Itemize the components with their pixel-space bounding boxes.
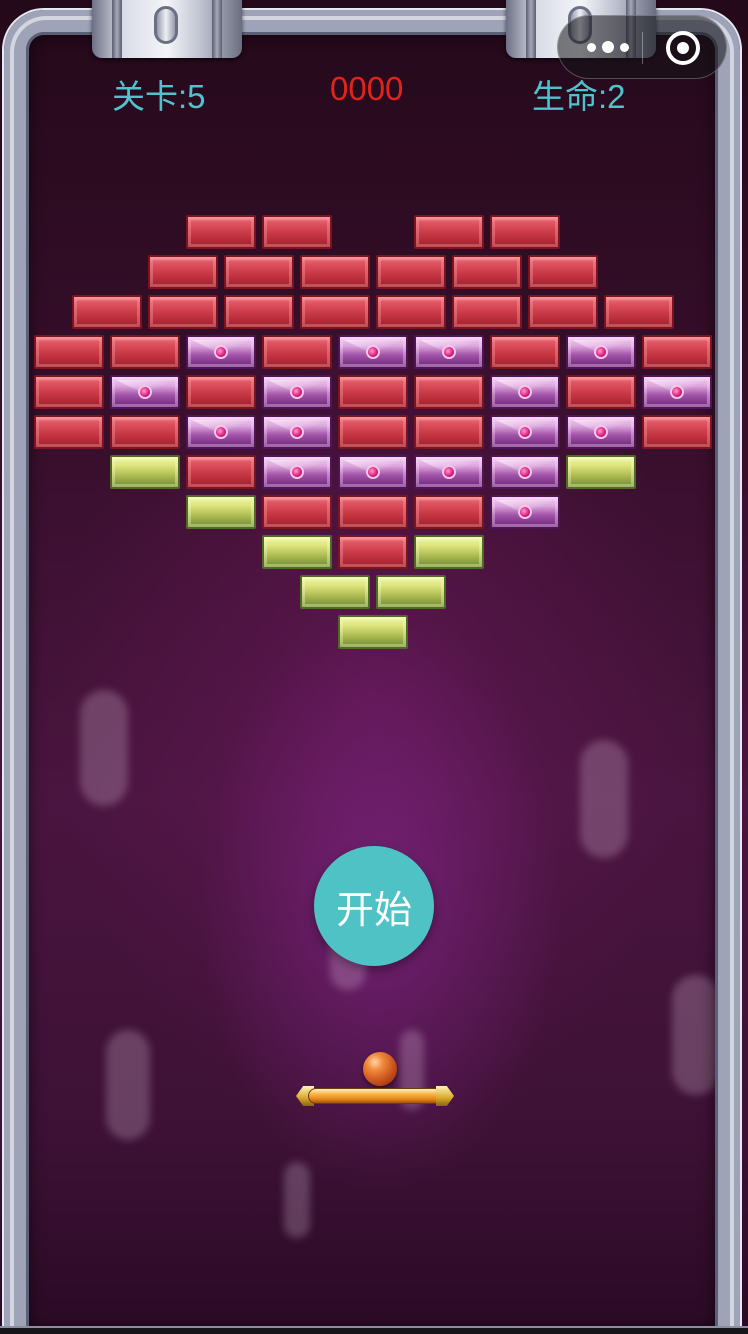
brick-red <box>338 415 408 449</box>
brick-yellow <box>414 535 484 569</box>
brick-purple-gem <box>490 495 560 529</box>
brick-red <box>262 335 332 369</box>
brick-red <box>338 375 408 409</box>
brick-red <box>224 295 294 329</box>
brick-purple-gem <box>186 415 256 449</box>
brick-purple-gem <box>490 375 560 409</box>
brick-yellow <box>110 455 180 489</box>
brick-red <box>262 495 332 529</box>
brick-red <box>262 215 332 249</box>
brick-red <box>414 415 484 449</box>
brick-purple-gem <box>110 375 180 409</box>
brick-purple-gem <box>490 415 560 449</box>
brick-red <box>490 215 560 249</box>
brick-red <box>338 535 408 569</box>
brick-red <box>376 295 446 329</box>
brick-red <box>34 415 104 449</box>
brick-purple-gem <box>262 415 332 449</box>
brick-red <box>148 255 218 289</box>
background-light <box>672 975 720 1095</box>
brick-red <box>186 455 256 489</box>
brick-red <box>528 295 598 329</box>
brick-red <box>338 495 408 529</box>
brick-red <box>186 215 256 249</box>
brick-red <box>300 255 370 289</box>
paddle-bar <box>308 1088 442 1104</box>
brick-red <box>414 495 484 529</box>
brick-yellow <box>376 575 446 609</box>
brick-purple-gem <box>338 455 408 489</box>
brick-purple-gem <box>262 375 332 409</box>
brick-red <box>110 415 180 449</box>
brick-purple-gem <box>262 455 332 489</box>
brick-red <box>642 415 712 449</box>
target-circle-icon[interactable] <box>666 31 700 65</box>
brick-red <box>490 335 560 369</box>
brick-red <box>452 255 522 289</box>
brick-purple-gem <box>566 335 636 369</box>
brick-red <box>528 255 598 289</box>
brick-red <box>148 295 218 329</box>
brick-red <box>414 375 484 409</box>
bottom-edge <box>0 1326 748 1334</box>
score-counter: 0000 <box>330 70 404 107</box>
background-light <box>284 1162 310 1238</box>
miniprogram-capsule <box>557 15 727 79</box>
brick-purple-gem <box>642 375 712 409</box>
brick-red <box>642 335 712 369</box>
brick-red <box>186 375 256 409</box>
brick-red <box>110 335 180 369</box>
brick-purple-gem <box>414 455 484 489</box>
brick-red <box>300 295 370 329</box>
paddle[interactable] <box>296 1086 454 1108</box>
brick-red <box>566 375 636 409</box>
brick-yellow <box>566 455 636 489</box>
background-light <box>80 690 128 806</box>
brick-red <box>452 295 522 329</box>
brick-yellow <box>262 535 332 569</box>
brick-purple-gem <box>566 415 636 449</box>
more-dots-icon[interactable] <box>576 16 640 78</box>
brick-red <box>414 215 484 249</box>
frame-hinge-left <box>92 0 242 58</box>
background-light <box>580 740 628 858</box>
brick-purple-gem <box>414 335 484 369</box>
capsule-divider <box>642 32 643 64</box>
background-light <box>106 1030 150 1140</box>
brick-red <box>224 255 294 289</box>
brick-red <box>72 295 142 329</box>
paddle-cap-right <box>436 1086 454 1106</box>
brick-red <box>34 335 104 369</box>
level-indicator: 关卡:5 <box>112 78 206 115</box>
game-stage[interactable]: 关卡:5 0000 生命:2 开始 <box>0 0 748 1334</box>
start-button[interactable]: 开始 <box>314 846 434 966</box>
brick-yellow <box>186 495 256 529</box>
brick-purple-gem <box>186 335 256 369</box>
brick-red <box>376 255 446 289</box>
game-ball <box>363 1052 397 1086</box>
brick-yellow <box>338 615 408 649</box>
brick-red <box>604 295 674 329</box>
brick-yellow <box>300 575 370 609</box>
brick-red <box>34 375 104 409</box>
brick-purple-gem <box>338 335 408 369</box>
brick-purple-gem <box>490 455 560 489</box>
